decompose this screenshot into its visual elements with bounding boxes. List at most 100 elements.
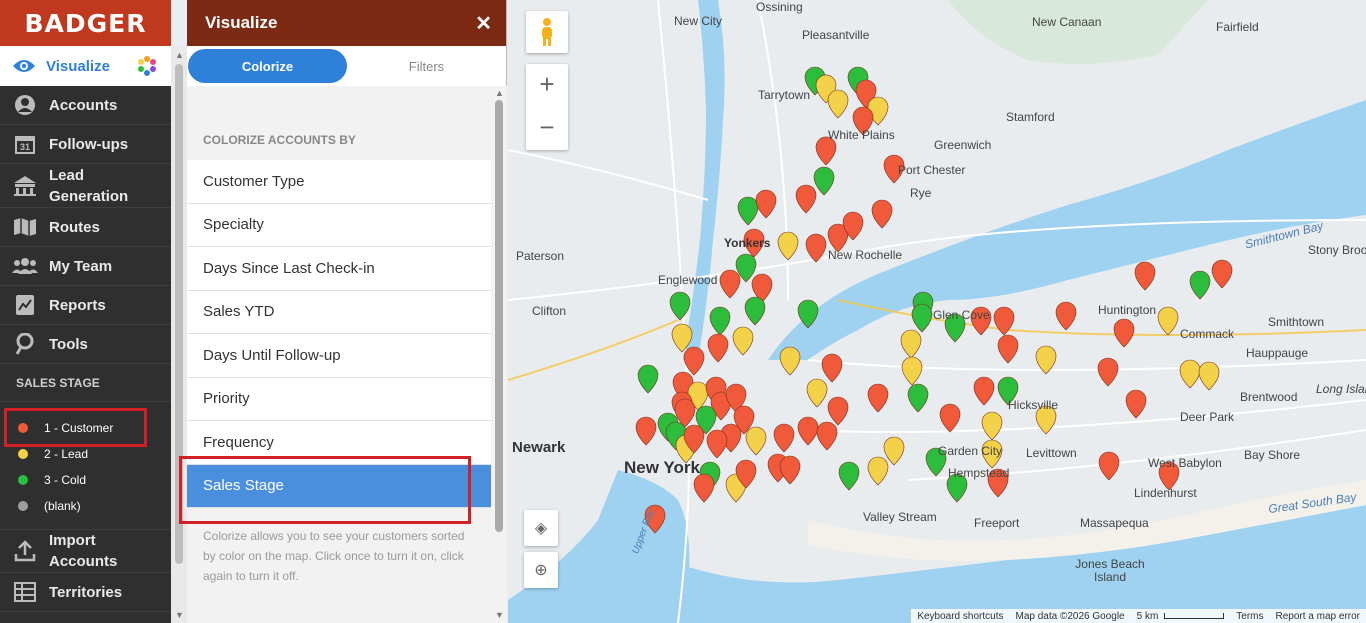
account-pin-icon[interactable]	[1097, 357, 1119, 387]
account-pin-icon[interactable]	[821, 353, 843, 383]
nav-territories[interactable]: Territories	[0, 573, 171, 612]
account-pin-icon[interactable]	[1125, 389, 1147, 419]
account-pin-icon[interactable]	[777, 231, 799, 261]
option-days-since-check-in[interactable]: Days Since Last Check-in	[187, 247, 491, 291]
account-pin-icon[interactable]	[1211, 259, 1233, 289]
layers-icon[interactable]: ◈	[524, 510, 558, 546]
account-pin-icon[interactable]	[779, 455, 801, 485]
account-pin-icon[interactable]	[797, 416, 819, 446]
account-pin-icon[interactable]	[883, 436, 905, 466]
nav-visualize[interactable]: Visualize	[0, 46, 171, 86]
account-pin-icon[interactable]	[637, 364, 659, 394]
left-nav: BADGER Visualize Accounts 31 Follow-ups …	[0, 0, 171, 623]
account-pin-icon[interactable]	[813, 166, 835, 196]
account-pin-icon[interactable]	[827, 396, 849, 426]
terms-link[interactable]: Terms	[1230, 611, 1269, 622]
tab-colorize[interactable]: Colorize	[188, 49, 347, 83]
account-pin-icon[interactable]	[1198, 361, 1220, 391]
nav-visualize-label: Visualize	[46, 57, 110, 75]
scroll-up-icon[interactable]: ▲	[175, 50, 184, 60]
map-icon	[12, 215, 38, 239]
map-label: Pleasantville	[802, 28, 870, 42]
account-pin-icon[interactable]	[744, 296, 766, 326]
account-pin-icon[interactable]	[1157, 306, 1179, 336]
report-map-error-link[interactable]: Report a map error	[1270, 611, 1366, 622]
account-pin-icon[interactable]	[773, 423, 795, 453]
nav-my-team[interactable]: My Team	[0, 247, 171, 286]
nav-routes-label: Routes	[49, 218, 100, 236]
panel-scroll-thumb[interactable]	[495, 100, 503, 532]
account-pin-icon[interactable]	[838, 461, 860, 491]
zoom-in-button[interactable]: + −	[526, 64, 568, 150]
account-pin-icon[interactable]	[779, 346, 801, 376]
panel-scrollbar[interactable]: ▲ ▼	[491, 86, 507, 623]
nav-scrollbar[interactable]: ▲ ▼	[171, 46, 187, 623]
account-pin-icon[interactable]	[669, 291, 691, 321]
badger-logo[interactable]: BADGER	[0, 0, 171, 46]
account-pin-icon[interactable]	[1055, 301, 1077, 331]
account-pin-icon[interactable]	[1113, 318, 1135, 348]
map-view[interactable]: + − ◈ ⊕ Ossining New City Pleasantville …	[508, 0, 1366, 623]
close-icon[interactable]: ✕	[475, 11, 492, 36]
zoom-in-icon[interactable]: +	[539, 64, 554, 107]
account-pin-icon[interactable]	[1189, 270, 1211, 300]
account-pin-icon[interactable]	[973, 376, 995, 406]
nav-lead-generation[interactable]: Lead Generation	[0, 164, 171, 208]
option-customer-type[interactable]: Customer Type	[187, 160, 491, 204]
panel-scroll-down-icon[interactable]: ▼	[495, 610, 504, 620]
account-pin-icon[interactable]	[1134, 261, 1156, 291]
account-pin-icon[interactable]	[939, 403, 961, 433]
map-scale[interactable]: 5 km	[1131, 611, 1165, 622]
account-pin-icon[interactable]	[907, 383, 929, 413]
option-days-until-follow-up[interactable]: Days Until Follow-up	[187, 334, 491, 378]
account-pin-icon[interactable]	[816, 421, 838, 451]
account-pin-icon[interactable]	[745, 426, 767, 456]
account-pin-icon[interactable]	[755, 189, 777, 219]
nav-tools[interactable]: Tools	[0, 325, 171, 364]
nav-import-accounts[interactable]: Import Accounts	[0, 529, 171, 573]
street-view-pegman-icon[interactable]	[526, 11, 568, 53]
account-pin-icon[interactable]	[709, 306, 731, 336]
account-pin-icon[interactable]	[827, 89, 849, 119]
svg-text:31: 31	[20, 142, 30, 152]
account-pin-icon[interactable]	[706, 429, 728, 459]
account-pin-icon[interactable]	[997, 334, 1019, 364]
account-pin-icon[interactable]	[806, 378, 828, 408]
stage-cold[interactable]: 3 - Cold	[0, 467, 171, 493]
nav-routes[interactable]: Routes	[0, 208, 171, 247]
map-label: Ossining	[756, 0, 803, 14]
stage-blank[interactable]: (blank)	[0, 493, 171, 519]
account-pin-icon[interactable]	[867, 383, 889, 413]
panel-scroll-up-icon[interactable]: ▲	[495, 88, 504, 98]
account-pin-icon[interactable]	[1098, 451, 1120, 481]
account-pin-icon[interactable]	[737, 196, 759, 226]
account-pin-icon[interactable]	[732, 326, 754, 356]
territory-icon	[12, 580, 38, 604]
account-pin-icon[interactable]	[707, 333, 729, 363]
option-specialty[interactable]: Specialty	[187, 203, 491, 247]
account-pin-icon[interactable]	[867, 456, 889, 486]
map-label: Lindenhurst	[1134, 486, 1197, 500]
account-pin-icon[interactable]	[693, 473, 715, 503]
account-pin-icon[interactable]	[871, 199, 893, 229]
keyboard-shortcuts-link[interactable]: Keyboard shortcuts	[911, 611, 1009, 622]
account-pin-icon[interactable]	[635, 416, 657, 446]
locate-icon[interactable]: ⊕	[524, 552, 558, 588]
account-pin-icon[interactable]	[900, 329, 922, 359]
nav-follow-ups[interactable]: 31 Follow-ups	[0, 125, 171, 164]
tab-filters[interactable]: Filters	[347, 59, 506, 74]
nav-reports[interactable]: Reports	[0, 286, 171, 325]
nav-accounts[interactable]: Accounts	[0, 86, 171, 125]
zoom-out-icon[interactable]: −	[539, 107, 554, 150]
option-sales-ytd[interactable]: Sales YTD	[187, 290, 491, 334]
scroll-down-icon[interactable]: ▼	[175, 610, 184, 620]
account-pin-icon[interactable]	[981, 411, 1003, 441]
account-pin-icon[interactable]	[901, 356, 923, 386]
account-pin-icon[interactable]	[1179, 359, 1201, 389]
option-priority[interactable]: Priority	[187, 377, 491, 421]
colorize-heading: COLORIZE ACCOUNTS BY	[203, 133, 356, 147]
account-pin-icon[interactable]	[795, 184, 817, 214]
account-pin-icon[interactable]	[719, 269, 741, 299]
account-pin-icon[interactable]	[911, 303, 933, 333]
sales-stage-heading: SALES STAGE	[0, 364, 171, 402]
